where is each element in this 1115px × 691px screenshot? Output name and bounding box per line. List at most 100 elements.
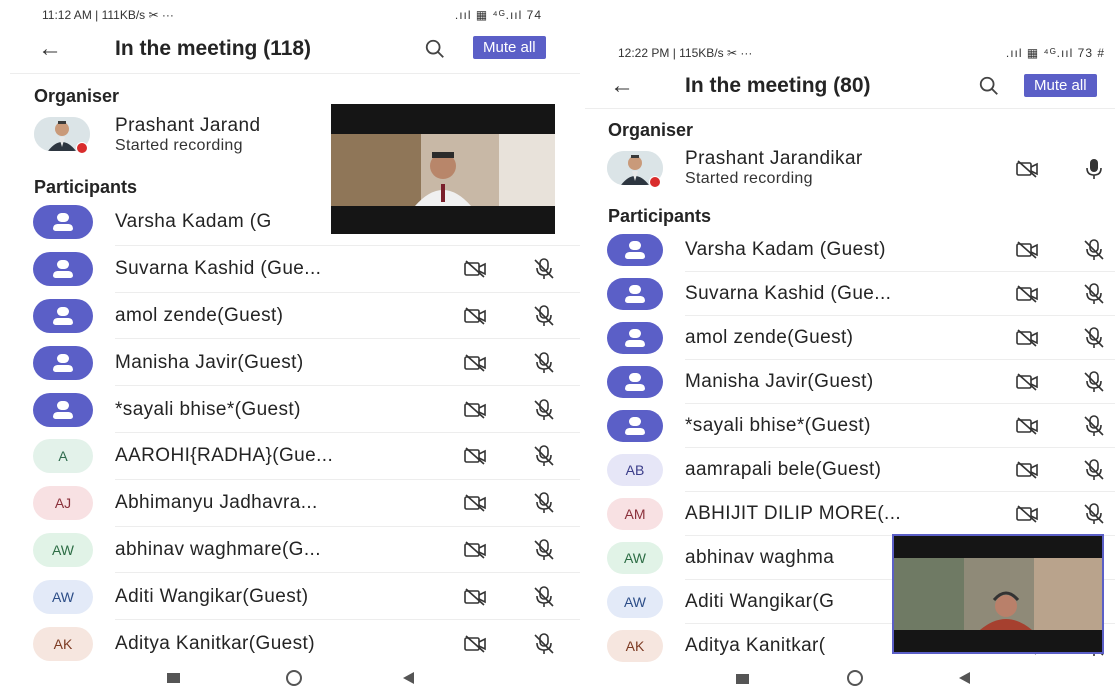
mic-off-icon[interactable] [532, 444, 556, 468]
person-icon-head [629, 373, 641, 382]
camera-off-icon[interactable] [463, 491, 487, 515]
nav-back-button[interactable] [959, 672, 970, 684]
video-preview[interactable] [892, 534, 1104, 654]
back-arrow-icon[interactable]: ← [610, 66, 634, 106]
mic-off-icon[interactable] [532, 304, 556, 328]
participant-row[interactable]: AM ABHIJIT DILIP MORE(... [585, 492, 1115, 538]
person-icon-body [625, 384, 645, 391]
person-icon [607, 322, 663, 354]
mic-off-icon[interactable] [532, 491, 556, 515]
participants-label: Participants [608, 206, 712, 226]
participant-row[interactable]: AW Aditi Wangikar(Guest) [0, 573, 580, 621]
avatar-initials: AJ [33, 486, 93, 521]
search-icon[interactable] [978, 75, 1000, 97]
camera-off-icon[interactable] [463, 444, 487, 468]
mic-off-icon[interactable] [1082, 502, 1106, 526]
participant-row[interactable]: amol zende(Guest) [0, 293, 580, 340]
person-icon-body [625, 340, 645, 347]
right-phone-screen: 12:22 PM | 115KB/s ✂ ··· .ııl ▦ ⁴ᴳ.ııl 7… [585, 0, 1115, 691]
participant-row[interactable]: amol zende(Guest) [585, 316, 1115, 362]
page-title: In the meeting (80) [685, 74, 871, 97]
organiser-label: Organiser [34, 86, 120, 106]
organiser-name: Prashant Jarand [115, 115, 261, 136]
mic-off-icon[interactable] [532, 398, 556, 422]
person-icon [607, 366, 663, 398]
participant-name: Manisha Javir(Guest) [685, 371, 874, 392]
recents-button[interactable] [736, 674, 749, 684]
participant-row[interactable]: Suvarna Kashid (Gue... [585, 272, 1115, 318]
mute-all-button[interactable]: Mute all [1024, 74, 1097, 97]
camera-off-icon[interactable] [463, 304, 487, 328]
person-icon [607, 278, 663, 310]
participant-name: Varsha Kadam (Guest) [685, 239, 886, 260]
search-icon[interactable] [424, 38, 446, 60]
person-icon-head [57, 213, 69, 223]
status-signal: .ııl ▦ ⁴ᴳ.ııl 73 # [1005, 46, 1105, 60]
camera-off-icon[interactable] [1015, 157, 1039, 181]
mic-off-icon[interactable] [532, 585, 556, 609]
participant-row[interactable]: AJ Abhimanyu Jadhavra... [0, 480, 580, 527]
recording-indicator [649, 176, 661, 188]
mic-off-icon[interactable] [532, 538, 556, 562]
person-icon-body [53, 317, 73, 325]
organiser-status: Started recording [685, 170, 813, 187]
participant-name: Suvarna Kashid (Gue... [115, 258, 322, 280]
system-nav-bar [585, 665, 1115, 691]
mic-off-icon[interactable] [532, 351, 556, 375]
mic-off-icon[interactable] [1082, 458, 1106, 482]
participant-row[interactable]: AK Aditya Kanitkar(Guest) [0, 620, 580, 667]
camera-off-icon[interactable] [463, 538, 487, 562]
mic-off-icon[interactable] [532, 632, 556, 656]
person-icon-body [53, 411, 73, 419]
camera-off-icon[interactable] [463, 351, 487, 375]
camera-off-icon[interactable] [1015, 326, 1039, 350]
nav-back-button[interactable] [403, 672, 414, 684]
camera-off-icon[interactable] [1015, 414, 1039, 438]
person-icon [33, 298, 93, 333]
mic-off-icon[interactable] [532, 257, 556, 281]
camera-off-icon[interactable] [1015, 458, 1039, 482]
recording-indicator [76, 142, 88, 154]
back-arrow-icon[interactable]: ← [38, 29, 62, 69]
mic-off-icon[interactable] [1082, 282, 1106, 306]
participant-name: Aditya Kanitkar( [685, 635, 826, 656]
camera-off-icon[interactable] [1015, 502, 1039, 526]
participant-row[interactable]: Varsha Kadam (Guest) [585, 228, 1115, 274]
mic-off-icon[interactable] [1082, 414, 1106, 438]
person-icon [33, 252, 93, 287]
person-icon-head [629, 329, 641, 338]
participant-row[interactable]: Manisha Javir(Guest) [585, 360, 1115, 406]
camera-off-icon[interactable] [1015, 282, 1039, 306]
participant-row[interactable]: A AAROHI{RADHA}(Gue... [0, 433, 580, 480]
person-icon-head [57, 353, 69, 363]
avatar-initials: AW [607, 586, 663, 618]
participant-row[interactable]: *sayali bhise*(Guest) [585, 404, 1115, 450]
camera-off-icon[interactable] [463, 632, 487, 656]
camera-off-icon[interactable] [1015, 370, 1039, 394]
organiser-row[interactable]: Prashant Jarandikar Started recording [585, 146, 1115, 192]
participant-row[interactable]: Manisha Javir(Guest) [0, 339, 580, 387]
recents-button[interactable] [167, 673, 180, 683]
video-preview[interactable] [331, 104, 555, 234]
participant-row[interactable]: *sayali bhise*(Guest) [0, 386, 580, 433]
camera-off-icon[interactable] [1015, 238, 1039, 262]
person-icon-head [57, 306, 69, 316]
mute-all-button[interactable]: Mute all [473, 36, 546, 59]
home-button[interactable] [847, 670, 863, 686]
participant-name: Abhimanyu Jadhavra... [115, 492, 318, 514]
mic-off-icon[interactable] [1082, 326, 1106, 350]
participant-row[interactable]: AB aamrapali bele(Guest) [585, 448, 1115, 494]
person-icon-head [57, 400, 69, 410]
participant-row[interactable]: Suvarna Kashid (Gue... [0, 246, 580, 293]
mic-icon[interactable] [1082, 157, 1106, 181]
camera-off-icon[interactable] [463, 398, 487, 422]
avatar-initials: AM [607, 498, 663, 530]
participant-row[interactable]: AW abhinav waghmare(G... [0, 527, 580, 574]
camera-off-icon[interactable] [463, 585, 487, 609]
mic-off-icon[interactable] [1082, 370, 1106, 394]
mic-off-icon[interactable] [1082, 238, 1106, 262]
person-icon [33, 392, 93, 427]
organiser-name: Prashant Jarandikar [685, 148, 863, 169]
home-button[interactable] [286, 670, 302, 686]
camera-off-icon[interactable] [463, 257, 487, 281]
